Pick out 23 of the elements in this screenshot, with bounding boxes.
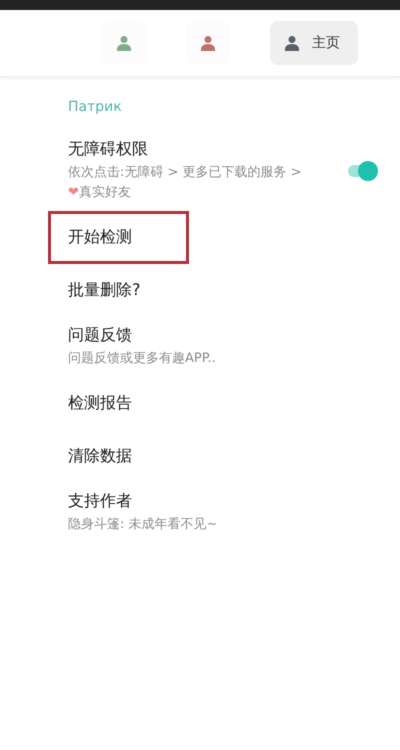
item-title: 无障碍权限 (68, 139, 149, 160)
item-title: 检测报告 (68, 393, 133, 414)
item-title: 支持作者 (68, 491, 133, 512)
person-icon (200, 35, 216, 51)
item-title: 问题反馈 (68, 325, 133, 346)
item-title: 批量删除? (68, 280, 142, 301)
item-title: 清除数据 (68, 446, 133, 467)
item-title: 开始检测 (68, 227, 133, 248)
person-icon (116, 35, 132, 51)
section-header: Патрик (68, 99, 123, 115)
settings-item[interactable]: 支持作者 隐身斗篷: 未成年看不见~ (0, 483, 400, 543)
person-icon (284, 35, 300, 51)
item-subtitle: 问题反馈或更多有趣APP.. (68, 350, 217, 368)
nav-tab[interactable]: 主页 (270, 21, 358, 65)
settings-item[interactable]: 批量删除? (0, 264, 400, 317)
settings-item[interactable]: 问题反馈 问题反馈或更多有趣APP.. (0, 317, 400, 377)
toggle-switch[interactable] (346, 161, 378, 181)
settings-item[interactable]: 无障碍权限 依次点击:无障碍 > 更多已下载的服务 > ❤真实好友 (0, 131, 400, 211)
settings-item[interactable]: 检测报告 (0, 377, 400, 430)
item-subtitle: 隐身斗篷: 未成年看不见~ (68, 516, 218, 534)
settings-item[interactable]: 开始检测 (0, 211, 400, 264)
settings-item[interactable]: 清除数据 (0, 430, 400, 483)
item-subtitle: 依次点击:无障碍 > 更多已下载的服务 > ❤真实好友 (68, 164, 303, 202)
